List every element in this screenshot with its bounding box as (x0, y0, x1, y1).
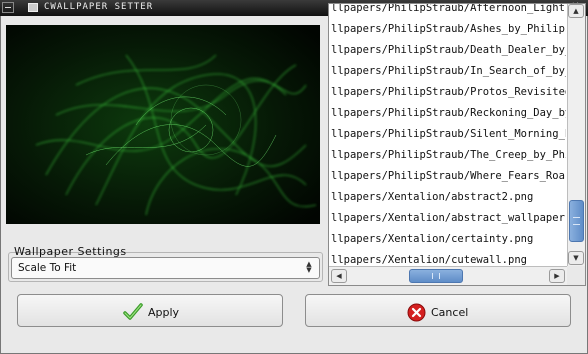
file-list-item[interactable]: llpapers/PhilipStraub/Silent_Morning_by (329, 124, 566, 144)
file-list-item[interactable]: llpapers/PhilipStraub/The_Creep_by_Phi (329, 145, 566, 165)
wallpaper-file-list[interactable]: llpapers/PhilipStraub/Afternoon_Light llp… (328, 3, 586, 286)
horizontal-scrollbar[interactable]: ◀ ▶ (329, 266, 567, 285)
window-title: CWALLPAPER SETTER (44, 2, 154, 12)
apply-button-label: Apply (148, 305, 180, 319)
window-menu-icon[interactable] (2, 2, 14, 13)
horizontal-scroll-thumb[interactable] (409, 269, 463, 283)
apply-button[interactable]: Apply (17, 294, 283, 327)
scale-mode-combo[interactable]: Scale To Fit ▲ ▼ (11, 257, 320, 279)
file-list-item[interactable]: llpapers/Xentalion/abstract_wallpaper.p (329, 208, 566, 228)
cancel-icon (407, 303, 426, 322)
scroll-right-icon[interactable]: ▶ (549, 269, 565, 283)
file-list-item[interactable]: llpapers/Xentalion/cutewall.png (329, 250, 566, 266)
checkmark-icon (123, 303, 143, 320)
file-list-item[interactable]: llpapers/PhilipStraub/Death_Dealer_by_ (329, 40, 566, 60)
vertical-scroll-thumb[interactable] (569, 200, 584, 242)
file-list-item[interactable]: llpapers/PhilipStraub/Ashes_by_Philipst (329, 19, 566, 39)
file-list-item[interactable]: llpapers/PhilipStraub/Protos_Revisited_ (329, 82, 566, 102)
scroll-left-icon[interactable]: ◀ (331, 269, 347, 283)
scroll-up-icon[interactable]: ▲ (568, 4, 584, 18)
file-list-item[interactable]: llpapers/PhilipStraub/Reckoning_Day_by (329, 103, 566, 123)
file-list-item[interactable]: llpapers/PhilipStraub/In_Search_of_by_ (329, 61, 566, 81)
file-list-item[interactable]: llpapers/Xentalion/abstract2.png (329, 187, 566, 207)
cancel-button[interactable]: Cancel (305, 294, 571, 327)
scroll-down-icon[interactable]: ▼ (568, 251, 584, 265)
scale-mode-value: Scale To Fit (18, 262, 77, 274)
wallpaper-preview-image (6, 25, 320, 224)
file-list-item[interactable]: llpapers/PhilipStraub/Afternoon_Light (329, 4, 566, 18)
file-list-item[interactable]: llpapers/PhilipStraub/Where_Fears_Roa (329, 166, 566, 186)
cancel-button-label: Cancel (431, 306, 469, 319)
file-list-viewport: llpapers/PhilipStraub/Afternoon_Light llp… (329, 4, 566, 266)
file-list-item[interactable]: llpapers/Xentalion/certainty.png (329, 229, 566, 249)
app-icon (28, 3, 38, 12)
wallpaper-preview (6, 25, 320, 224)
combo-arrows-icon: ▲ ▼ (306, 260, 312, 274)
vertical-scrollbar[interactable]: ▲ ▼ (567, 4, 585, 266)
scroll-corner (567, 266, 585, 285)
